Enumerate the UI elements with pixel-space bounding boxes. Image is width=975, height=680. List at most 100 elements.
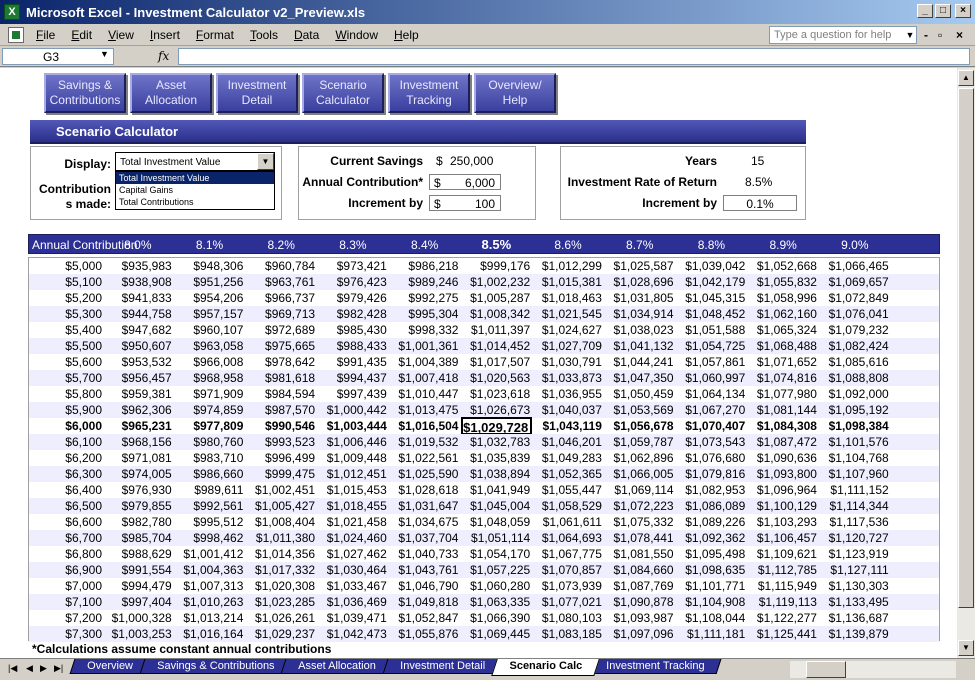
value-cell[interactable]: $1,048,059 [461,515,533,529]
minimize-button[interactable]: _ [917,4,933,18]
rate-increment-input[interactable]: 0.1% [723,195,797,211]
value-cell[interactable]: $986,660 [174,467,246,481]
value-cell[interactable]: $969,713 [245,307,317,321]
fx-icon[interactable]: fx [158,49,169,63]
value-cell[interactable]: $1,051,588 [676,323,748,337]
value-cell[interactable]: $1,048,452 [676,307,748,321]
value-cell[interactable]: $1,040,037 [532,403,604,417]
value-cell[interactable]: $935,983 [102,259,174,273]
value-cell[interactable]: $983,710 [174,451,246,465]
ask-question-input[interactable]: Type a question for help [769,26,917,44]
value-cell[interactable]: $957,157 [174,307,246,321]
value-cell[interactable]: $986,218 [389,259,461,273]
value-cell[interactable]: $1,005,427 [245,499,317,513]
ask-dropdown-icon[interactable]: ▼ [904,27,916,43]
value-cell[interactable]: $1,067,270 [676,403,748,417]
value-cell[interactable]: $1,077,021 [532,595,604,609]
contribution-cell[interactable]: $6,100 [29,435,102,449]
sheet-tab-scenario-calc[interactable]: Scenario Calc [491,659,600,676]
value-cell[interactable]: $1,021,458 [317,515,389,529]
worksheet[interactable]: Savings & Contributions Asset Allocation I… [0,68,957,658]
value-cell[interactable]: $991,435 [317,355,389,369]
vertical-scrollbar[interactable]: ▲ ▼ [957,68,975,658]
value-cell[interactable]: $971,081 [102,451,174,465]
nav-button-investment-tracking[interactable]: Investment Tracking [388,73,470,113]
value-cell[interactable]: $948,306 [174,259,246,273]
value-cell[interactable]: $968,156 [102,435,174,449]
value-cell[interactable]: $1,072,849 [819,291,891,305]
value-cell[interactable]: $1,056,678 [604,419,676,433]
value-cell[interactable]: $1,041,949 [461,483,533,497]
value-cell[interactable]: $1,127,111 [819,563,891,577]
value-cell[interactable]: $1,062,896 [604,451,676,465]
value-cell[interactable]: $1,037,704 [389,531,461,545]
value-cell[interactable]: $1,063,335 [461,595,533,609]
contribution-cell[interactable]: $6,200 [29,451,102,465]
value-cell[interactable]: $1,036,469 [317,595,389,609]
value-cell[interactable]: $1,015,381 [532,275,604,289]
value-cell[interactable]: $1,029,237 [245,627,317,641]
value-cell[interactable]: $1,002,451 [245,483,317,497]
value-cell[interactable]: $971,909 [174,387,246,401]
value-cell[interactable]: $1,015,453 [317,483,389,497]
value-cell[interactable]: $1,077,980 [747,387,819,401]
value-cell[interactable]: $1,087,769 [604,579,676,593]
value-cell[interactable]: $1,023,618 [461,387,533,401]
value-cell[interactable]: $1,019,532 [389,435,461,449]
value-cell[interactable]: $1,062,160 [747,307,819,321]
value-cell[interactable]: $1,034,675 [389,515,461,529]
value-cell[interactable]: $1,066,390 [461,611,533,625]
value-cell[interactable]: $1,108,044 [676,611,748,625]
value-cell[interactable]: $988,629 [102,547,174,561]
contribution-cell[interactable]: $5,800 [29,387,102,401]
value-cell[interactable]: $1,089,226 [676,515,748,529]
value-cell[interactable]: $968,958 [174,371,246,385]
value-cell[interactable]: $1,026,261 [245,611,317,625]
value-cell[interactable]: $959,381 [102,387,174,401]
value-cell[interactable]: $1,084,308 [747,419,819,433]
value-cell[interactable]: $1,041,132 [604,339,676,353]
value-cell[interactable]: $1,028,696 [604,275,676,289]
contribution-cell[interactable]: $6,300 [29,467,102,481]
value-cell[interactable]: $977,809 [174,419,246,433]
value-cell[interactable]: $1,038,023 [604,323,676,337]
next-sheet-icon[interactable]: ▶ [40,663,47,674]
value-cell[interactable]: $1,040,733 [389,547,461,561]
value-cell[interactable]: $1,004,389 [389,355,461,369]
vertical-scroll-thumb[interactable] [958,88,974,608]
value-cell[interactable]: $1,084,660 [604,563,676,577]
value-cell[interactable]: $974,859 [174,403,246,417]
value-cell[interactable]: $1,096,964 [747,483,819,497]
value-cell[interactable]: $988,433 [317,339,389,353]
value-cell[interactable]: $992,275 [389,291,461,305]
value-cell[interactable]: $1,087,472 [747,435,819,449]
value-cell[interactable]: $989,246 [389,275,461,289]
value-cell[interactable]: $1,007,313 [174,579,246,593]
value-cell[interactable]: $1,016,504 [389,419,461,433]
value-cell[interactable]: $1,021,545 [532,307,604,321]
value-cell[interactable]: $1,069,657 [819,275,891,289]
value-cell[interactable]: $1,042,473 [317,627,389,641]
value-cell[interactable]: $981,618 [245,371,317,385]
value-cell[interactable]: $1,031,647 [389,499,461,513]
value-cell[interactable]: $1,047,350 [604,371,676,385]
value-cell[interactable]: $1,139,879 [819,627,891,641]
nav-button-investment-detail[interactable]: Investment Detail [216,73,298,113]
value-cell[interactable]: $1,136,687 [819,611,891,625]
doc-minimize-button[interactable]: - [924,28,928,42]
value-cell[interactable]: $1,111,181 [676,627,748,641]
value-cell[interactable]: $1,058,529 [532,499,604,513]
value-cell[interactable]: $1,082,953 [676,483,748,497]
value-cell[interactable]: $1,002,232 [461,275,533,289]
value-cell[interactable]: $987,570 [245,403,317,417]
formula-input[interactable] [178,48,970,65]
value-cell[interactable]: $1,008,404 [245,515,317,529]
value-cell[interactable]: $1,012,451 [317,467,389,481]
sheet-tab-investment-detail[interactable]: Investment Detail [382,659,503,674]
value-cell[interactable]: $1,007,418 [389,371,461,385]
contribution-cell[interactable]: $5,100 [29,275,102,289]
value-cell[interactable]: $1,054,725 [676,339,748,353]
contribution-cell[interactable]: $6,500 [29,499,102,513]
value-cell[interactable]: $941,833 [102,291,174,305]
value-cell[interactable]: $1,033,467 [317,579,389,593]
